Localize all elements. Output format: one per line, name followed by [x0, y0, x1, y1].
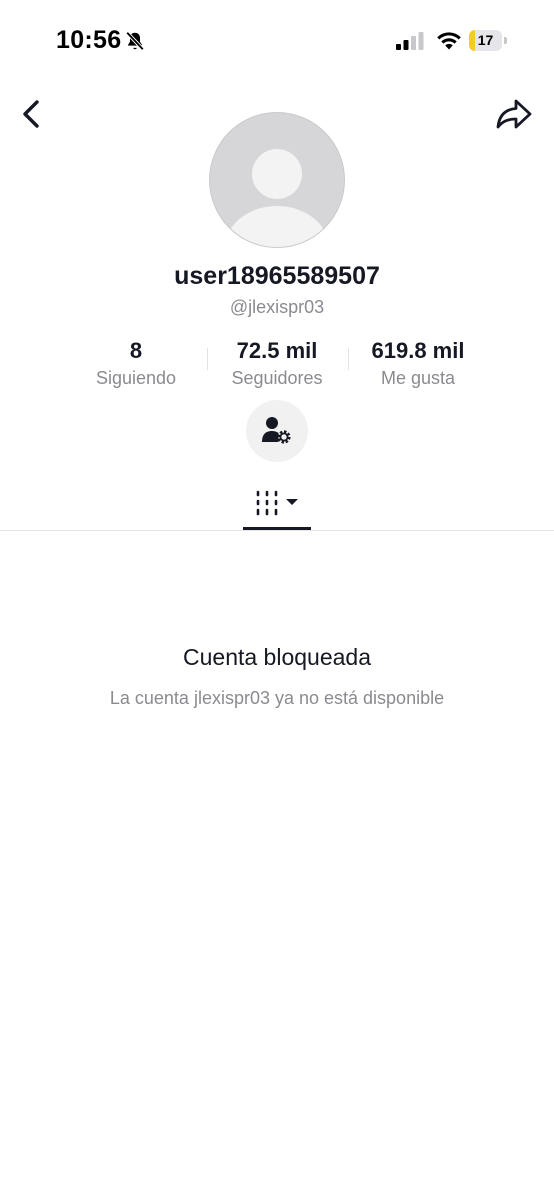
wifi-icon: [437, 32, 461, 50]
stat-label: Me gusta: [380, 368, 456, 388]
blocked-title: Cuenta bloqueada: [183, 644, 371, 670]
status-time: 10:56: [56, 26, 122, 54]
stat-likes[interactable]: 619.8 mil Me gusta: [343, 338, 493, 390]
stat-value: 8: [129, 338, 143, 363]
stat-value: 72.5 mil: [236, 338, 318, 363]
profile-settings-button[interactable]: [246, 400, 308, 462]
profile-handle: @jlexispr03: [229, 297, 325, 317]
profile-username: user18965589507: [174, 262, 380, 290]
user-settings-icon: [262, 417, 291, 444]
caret-down-icon: [286, 499, 298, 505]
battery-icon: 17: [469, 30, 507, 51]
blocked-message: La cuenta jlexispr03 ya no está disponib…: [109, 688, 445, 708]
battery-level: 17: [477, 32, 494, 48]
avatar: [209, 112, 345, 248]
default-avatar-icon: [225, 149, 329, 247]
chevron-left-icon: [23, 100, 39, 128]
stat-label: Seguidores: [231, 368, 323, 388]
share-button[interactable]: [494, 96, 534, 132]
stat-following[interactable]: 8 Siguiendo: [61, 338, 211, 390]
share-arrow-icon: [496, 99, 532, 129]
stat-followers[interactable]: 72.5 mil Seguidores: [202, 338, 352, 390]
cellular-signal-icon: [396, 32, 424, 50]
bell-slash-icon: [125, 31, 145, 51]
stat-label: Siguiendo: [95, 368, 177, 388]
stat-value: 619.8 mil: [371, 338, 465, 363]
tab-videos[interactable]: [243, 488, 313, 524]
back-button[interactable]: [14, 96, 50, 132]
grid-lines-icon: [256, 490, 298, 516]
tab-divider: [0, 530, 554, 531]
